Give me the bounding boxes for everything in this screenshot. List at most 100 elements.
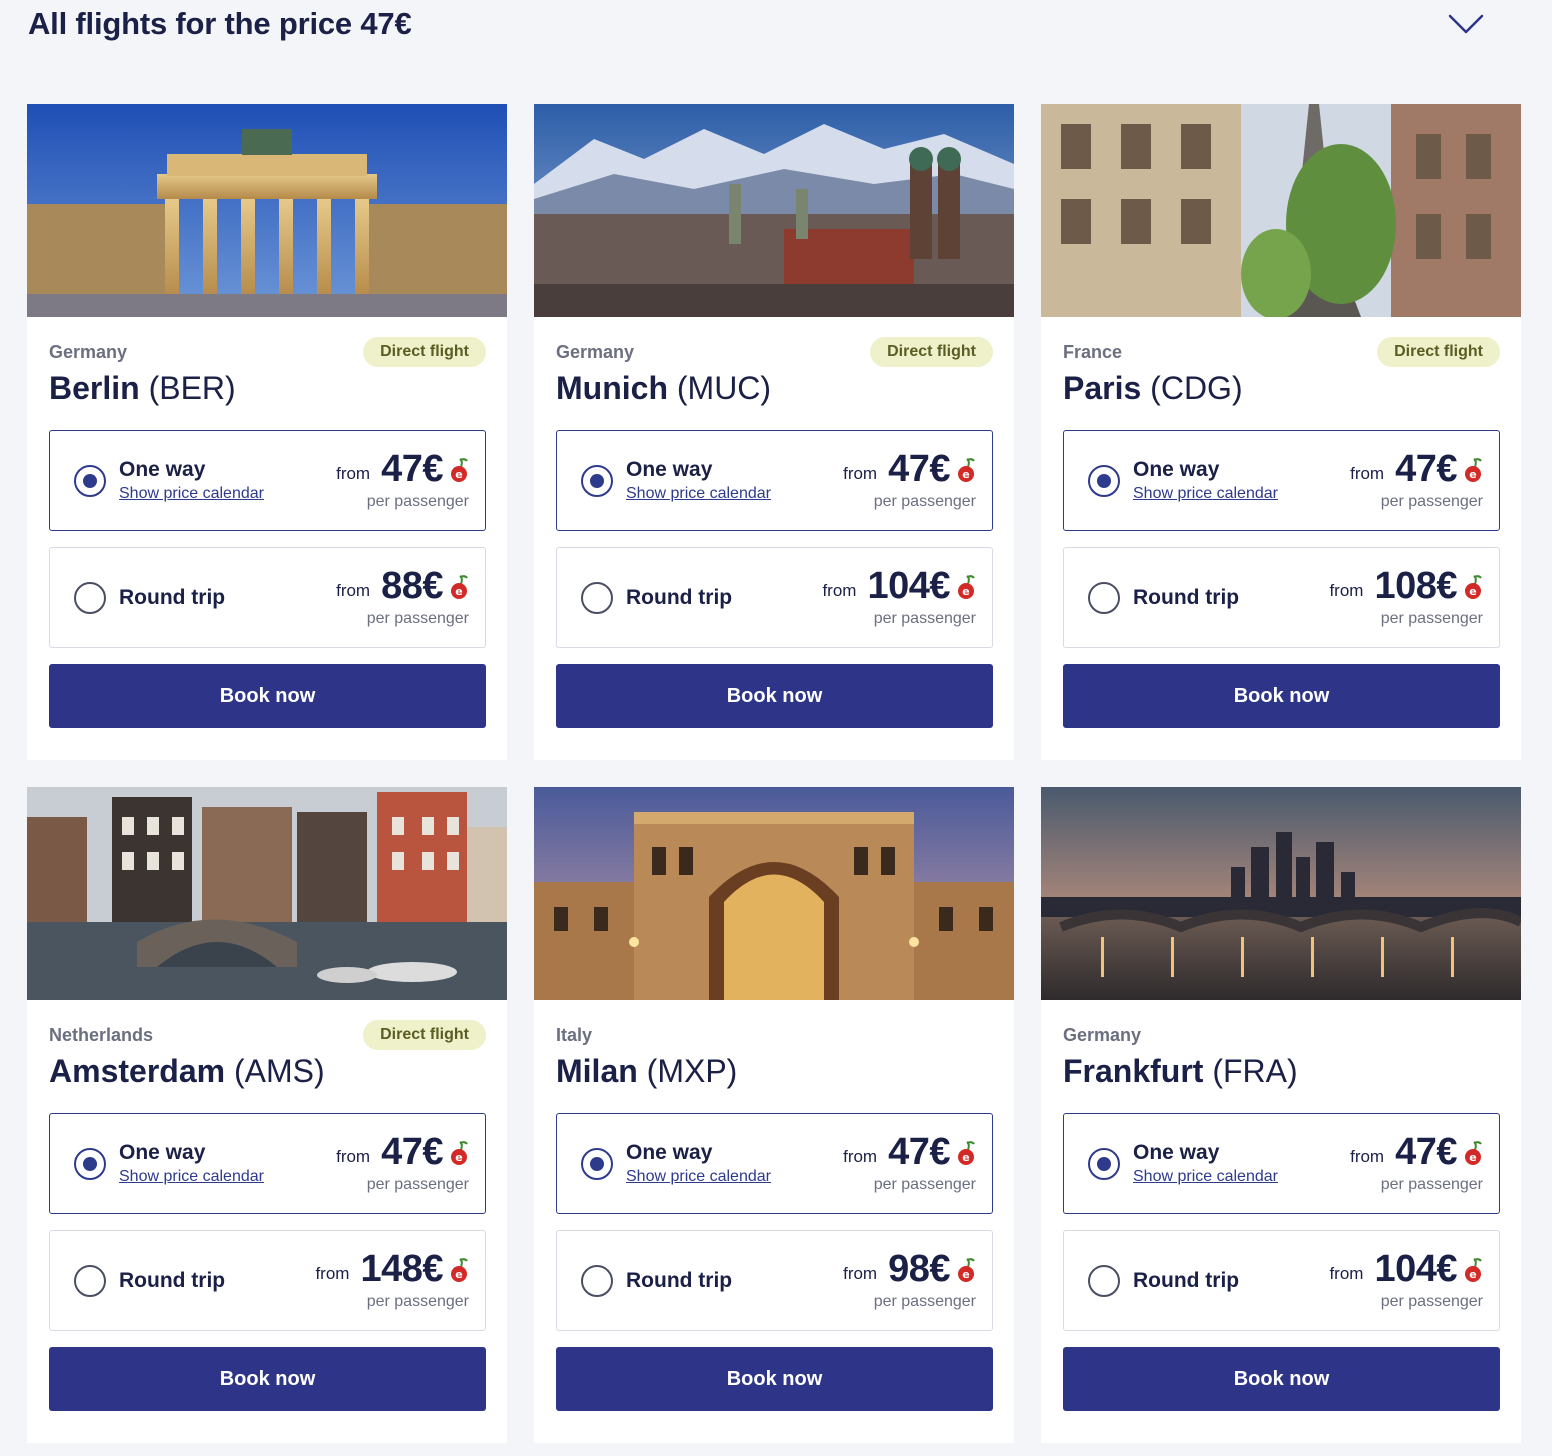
book-now-button[interactable]: Book now xyxy=(49,1347,486,1411)
round-trip-option[interactable]: Round trip from 108€ e per passenger xyxy=(1063,547,1500,648)
round-trip-option[interactable]: Round trip from 148€ e per passenger xyxy=(49,1230,486,1331)
one-way-label: One way xyxy=(119,1141,206,1164)
one-way-label: One way xyxy=(1133,1141,1220,1164)
price-block: from 88€ e per passenger xyxy=(249,566,469,628)
city-title: Munich (MUC) xyxy=(556,370,771,407)
one-way-price: 47€ xyxy=(888,448,950,490)
one-way-option[interactable]: One way Show price calendar from 47€ e p… xyxy=(1063,1113,1500,1214)
city-name: Munich xyxy=(556,370,668,406)
country-label: France xyxy=(1063,342,1123,362)
city-name: Amsterdam xyxy=(49,1053,226,1089)
one-way-price: 47€ xyxy=(1395,448,1457,490)
airport-code: (MXP) xyxy=(646,1053,738,1089)
one-way-option[interactable]: One way Show price calendar from 47€ e p… xyxy=(1063,430,1500,531)
svg-text:e: e xyxy=(962,1268,969,1281)
round-trip-option[interactable]: Round trip from 98€ e per passenger xyxy=(556,1230,993,1331)
country-label: Germany xyxy=(556,342,635,362)
one-way-option[interactable]: One way Show price calendar from 47€ e p… xyxy=(49,430,486,531)
show-price-calendar-link[interactable]: Show price calendar xyxy=(119,485,264,503)
round-trip-price: 104€ xyxy=(867,565,950,607)
svg-text:e: e xyxy=(455,1268,462,1281)
round-trip-price: 148€ xyxy=(360,1248,443,1290)
city-name: Paris xyxy=(1063,370,1142,406)
one-way-option[interactable]: One way Show price calendar from 47€ e p… xyxy=(556,430,993,531)
book-now-button[interactable]: Book now xyxy=(1063,1347,1500,1411)
from-label: from xyxy=(1329,581,1364,600)
svg-text:e: e xyxy=(1469,1151,1476,1164)
round-trip-option[interactable]: Round trip from 88€ e per passenger xyxy=(49,547,486,648)
svg-text:e: e xyxy=(962,468,969,481)
direct-flight-badge: Direct flight xyxy=(363,1020,486,1050)
one-way-option[interactable]: One way Show price calendar from 47€ e p… xyxy=(556,1113,993,1214)
per-passenger-label: per passenger xyxy=(366,493,469,510)
radio-unselected[interactable] xyxy=(1088,1265,1120,1297)
show-price-calendar-link[interactable]: Show price calendar xyxy=(1133,485,1278,503)
country-label: Netherlands xyxy=(49,1025,154,1045)
cherry-currency-icon: e xyxy=(451,1258,468,1282)
svg-text:e: e xyxy=(455,468,462,481)
collapse-toggle[interactable] xyxy=(1446,8,1486,40)
round-trip-option[interactable]: Round trip from 104€ e per passenger xyxy=(1063,1230,1500,1331)
one-way-option[interactable]: One way Show price calendar from 47€ e p… xyxy=(49,1113,486,1214)
price-block: from 47€ e per passenger xyxy=(249,1132,469,1194)
show-price-calendar-link[interactable]: Show price calendar xyxy=(119,1168,264,1186)
radio-unselected[interactable] xyxy=(74,1265,106,1297)
svg-text:e: e xyxy=(962,1151,969,1164)
radio-selected[interactable] xyxy=(581,1148,613,1180)
show-price-calendar-link[interactable]: Show price calendar xyxy=(626,1168,771,1186)
cherry-currency-icon: e xyxy=(958,575,975,599)
city-title: Milan (MXP) xyxy=(556,1053,737,1090)
round-trip-price: 98€ xyxy=(888,1248,950,1290)
frankfurt-skyline-photo xyxy=(1041,787,1521,1000)
radio-unselected[interactable] xyxy=(581,1265,613,1297)
country-label: Germany xyxy=(1063,1025,1142,1045)
from-label: from xyxy=(843,1147,878,1166)
city-title: Berlin (BER) xyxy=(49,370,236,407)
book-now-button[interactable]: Book now xyxy=(1063,664,1500,728)
one-way-label: One way xyxy=(1133,458,1220,481)
book-now-button[interactable]: Book now xyxy=(556,1347,993,1411)
cherry-currency-icon: e xyxy=(451,1141,468,1165)
round-trip-price: 88€ xyxy=(381,565,443,607)
round-trip-option[interactable]: Round trip from 104€ e per passenger xyxy=(556,547,993,648)
price-block: from 47€ e per passenger xyxy=(1263,449,1483,511)
country-label: Germany xyxy=(49,342,128,362)
radio-selected[interactable] xyxy=(1088,465,1120,497)
book-now-button[interactable]: Book now xyxy=(49,664,486,728)
cherry-currency-icon: e xyxy=(1465,1141,1482,1165)
radio-unselected[interactable] xyxy=(1088,582,1120,614)
radio-selected[interactable] xyxy=(74,465,106,497)
city-title: Frankfurt (FRA) xyxy=(1063,1053,1298,1090)
round-trip-label: Round trip xyxy=(1133,586,1240,609)
radio-unselected[interactable] xyxy=(74,582,106,614)
one-way-price: 47€ xyxy=(1395,1131,1457,1173)
per-passenger-label: per passenger xyxy=(873,493,976,510)
radio-selected[interactable] xyxy=(74,1148,106,1180)
svg-text:e: e xyxy=(455,1151,462,1164)
svg-text:e: e xyxy=(1469,468,1476,481)
radio-selected[interactable] xyxy=(581,465,613,497)
show-price-calendar-link[interactable]: Show price calendar xyxy=(626,485,771,503)
price-block: from 148€ e per passenger xyxy=(249,1249,469,1311)
one-way-label: One way xyxy=(626,458,713,481)
direct-flight-badge: Direct flight xyxy=(1377,337,1500,367)
radio-selected[interactable] xyxy=(1088,1148,1120,1180)
per-passenger-label: per passenger xyxy=(1380,493,1483,510)
price-block: from 108€ e per passenger xyxy=(1263,566,1483,628)
show-price-calendar-link[interactable]: Show price calendar xyxy=(1133,1168,1278,1186)
price-block: from 47€ e per passenger xyxy=(249,449,469,511)
from-label: from xyxy=(822,581,857,600)
round-trip-price: 104€ xyxy=(1374,1248,1457,1290)
book-now-button[interactable]: Book now xyxy=(556,664,993,728)
brandenburg-gate-photo xyxy=(27,104,507,317)
radio-unselected[interactable] xyxy=(581,582,613,614)
country-label: Italy xyxy=(556,1025,593,1045)
flight-card: France Direct flight Paris (CDG) One way… xyxy=(1041,104,1521,760)
svg-text:e: e xyxy=(455,585,462,598)
cherry-currency-icon: e xyxy=(1465,1258,1482,1282)
svg-text:e: e xyxy=(1469,585,1476,598)
svg-text:e: e xyxy=(1469,1268,1476,1281)
from-label: from xyxy=(336,581,371,600)
from-label: from xyxy=(843,1264,878,1283)
per-passenger-label: per passenger xyxy=(366,610,469,627)
